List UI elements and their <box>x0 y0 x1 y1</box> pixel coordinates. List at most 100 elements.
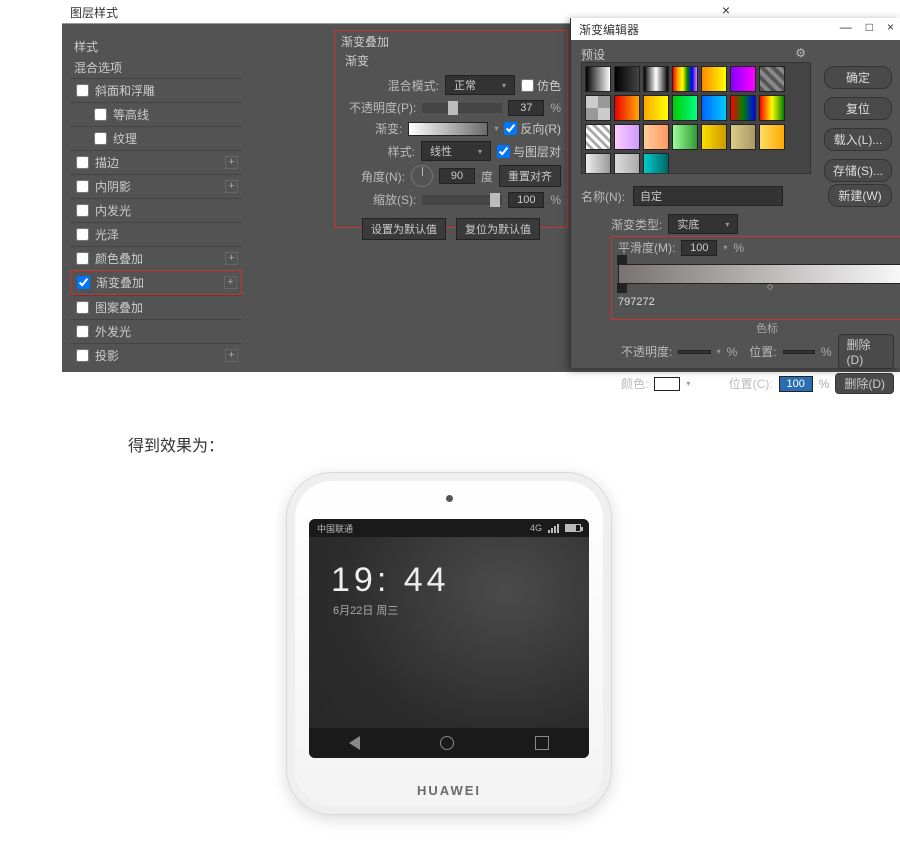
preset-swatch[interactable] <box>643 95 669 121</box>
maximize-icon[interactable]: □ <box>866 20 873 34</box>
preset-swatch[interactable] <box>614 153 640 174</box>
opacity-slider[interactable] <box>422 103 502 113</box>
scale-value[interactable]: 100 <box>508 192 544 208</box>
preset-swatch[interactable] <box>730 66 756 92</box>
style-item-2[interactable]: 纹理 <box>70 126 242 150</box>
dither-checkbox[interactable]: 仿色 <box>521 77 561 94</box>
preset-swatch[interactable] <box>643 153 669 174</box>
preset-swatch[interactable] <box>759 66 785 92</box>
preset-swatch[interactable] <box>759 95 785 121</box>
style-select[interactable]: 线性▾ <box>421 141 491 161</box>
preset-swatch[interactable] <box>585 95 611 121</box>
plus-icon[interactable]: + <box>225 252 238 265</box>
style-label: 光泽 <box>95 226 119 243</box>
recent-icon[interactable] <box>535 736 549 750</box>
preset-swatch[interactable] <box>585 66 611 92</box>
plus-icon[interactable]: + <box>225 156 238 169</box>
gear-icon[interactable]: ⚙ <box>795 46 806 60</box>
style-label: 颜色叠加 <box>95 250 143 267</box>
back-icon[interactable] <box>349 736 360 750</box>
style-label: 描边 <box>95 154 119 171</box>
angle-dial[interactable] <box>411 165 433 187</box>
reset-button[interactable]: 复位 <box>824 97 892 120</box>
style-checkbox[interactable] <box>76 252 89 265</box>
name-input[interactable]: 自定 <box>633 186 783 206</box>
preset-swatch[interactable] <box>614 66 640 92</box>
preset-swatch[interactable] <box>730 124 756 150</box>
preset-swatch[interactable] <box>672 95 698 121</box>
style-item-6[interactable]: 光泽 <box>70 222 242 246</box>
scale-slider[interactable] <box>422 195 502 205</box>
load-button[interactable]: 载入(L)... <box>824 128 892 151</box>
close-icon[interactable]: × <box>722 2 730 18</box>
blend-mode-select[interactable]: 正常▾ <box>445 75 515 95</box>
preset-swatch[interactable] <box>643 124 669 150</box>
style-checkbox[interactable] <box>76 228 89 241</box>
style-checkbox[interactable] <box>76 349 89 362</box>
preset-swatch[interactable] <box>759 124 785 150</box>
style-item-9[interactable]: 图案叠加 <box>70 295 242 319</box>
reset-default-button[interactable]: 复位为默认值 <box>456 218 540 240</box>
preset-swatch[interactable] <box>614 124 640 150</box>
style-checkbox[interactable] <box>94 108 107 121</box>
style-item-4[interactable]: 内阴影+ <box>70 174 242 198</box>
delete-button[interactable]: 删除(D) <box>838 334 894 369</box>
style-checkbox[interactable] <box>76 84 89 97</box>
style-checkbox[interactable] <box>76 156 89 169</box>
opacity-value[interactable]: 37 <box>508 100 544 116</box>
gradient-stops[interactable]: ◇ 797272 fffff f <box>611 254 900 320</box>
style-checkbox[interactable] <box>76 180 89 193</box>
color-swatch[interactable] <box>654 377 680 391</box>
net-label: 4G <box>530 523 542 533</box>
preset-swatch[interactable] <box>701 95 727 121</box>
reverse-checkbox[interactable]: 反向(R) <box>504 120 561 137</box>
style-checkbox[interactable] <box>94 132 107 145</box>
preset-swatch[interactable] <box>701 124 727 150</box>
style-checkbox[interactable] <box>76 325 89 338</box>
home-icon[interactable] <box>440 736 454 750</box>
opacity-label: 不透明度(P): <box>349 99 416 116</box>
stop-posc-value[interactable]: 100 <box>779 376 813 392</box>
style-item-8[interactable]: 渐变叠加+ <box>70 270 242 295</box>
style-item-10[interactable]: 外发光 <box>70 319 242 343</box>
ok-button[interactable]: 确定 <box>824 66 892 89</box>
align-checkbox[interactable]: 与图层对 <box>497 143 561 160</box>
plus-icon[interactable]: + <box>225 349 238 362</box>
reset-align-button[interactable]: 重置对齐 <box>499 165 561 187</box>
plus-icon[interactable]: + <box>224 276 237 289</box>
minimize-icon[interactable]: — <box>840 20 852 34</box>
style-item-5[interactable]: 内发光 <box>70 198 242 222</box>
preset-swatch[interactable] <box>585 153 611 174</box>
preset-swatch[interactable] <box>701 66 727 92</box>
preset-swatch[interactable] <box>672 66 698 92</box>
chevron-down-icon[interactable]: ▾ <box>494 124 498 133</box>
style-checkbox[interactable] <box>76 301 89 314</box>
style-item-3[interactable]: 描边 + <box>70 150 242 174</box>
close-icon[interactable]: × <box>887 20 894 34</box>
style-item-11[interactable]: 投影+ <box>70 343 242 367</box>
preset-swatch[interactable] <box>643 66 669 92</box>
style-item-1[interactable]: 等高线 <box>70 102 242 126</box>
save-button[interactable]: 存储(S)... <box>824 159 892 182</box>
angle-value[interactable]: 90 <box>439 168 475 184</box>
plus-icon[interactable]: + <box>225 180 238 193</box>
style-item-0[interactable]: 斜面和浮雕 <box>70 78 242 102</box>
preset-swatch[interactable] <box>672 124 698 150</box>
preset-swatch[interactable] <box>585 124 611 150</box>
styles-header: 样式 <box>70 36 242 57</box>
type-select[interactable]: 实底▾ <box>668 214 738 234</box>
set-default-button[interactable]: 设置为默认值 <box>362 218 446 240</box>
stop-pos-value[interactable] <box>783 350 815 354</box>
new-button[interactable]: 新建(W) <box>828 184 892 207</box>
preset-swatch[interactable] <box>614 95 640 121</box>
style-checkbox[interactable] <box>76 204 89 217</box>
blend-options[interactable]: 混合选项 <box>70 57 242 78</box>
stop-opacity-label: 不透明度: <box>621 343 672 360</box>
chevron-down-icon: ▾ <box>478 147 482 156</box>
stop-opacity-value[interactable] <box>678 350 710 354</box>
style-item-7[interactable]: 颜色叠加 + <box>70 246 242 270</box>
style-checkbox[interactable] <box>77 276 90 289</box>
preset-swatch[interactable] <box>730 95 756 121</box>
delete-button[interactable]: 删除(D) <box>835 373 894 394</box>
gradient-picker[interactable] <box>408 122 488 136</box>
